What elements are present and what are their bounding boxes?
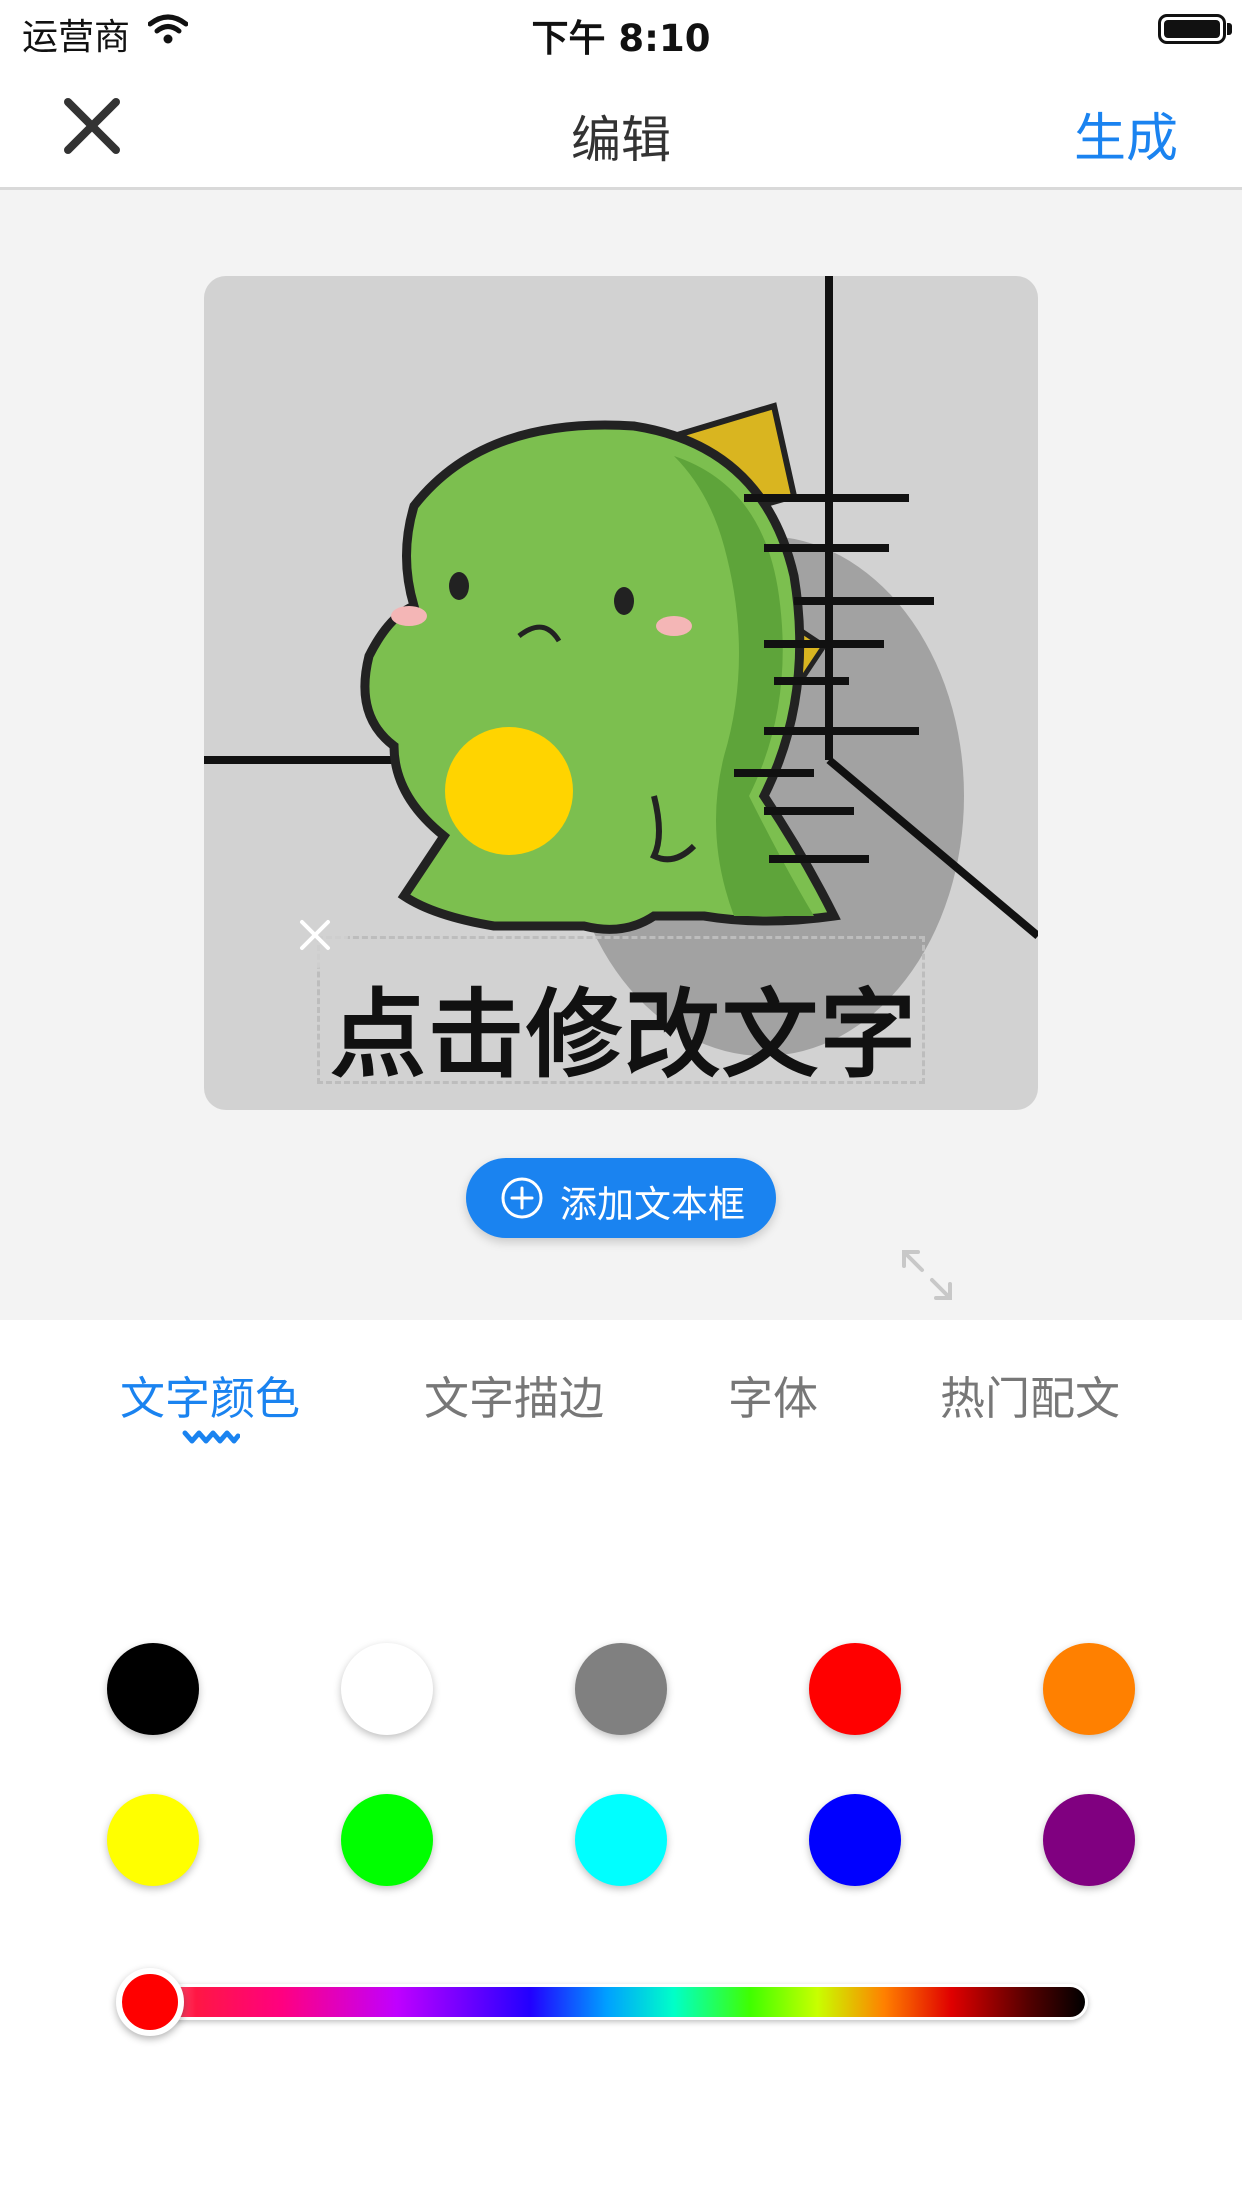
color-swatch-white[interactable] bbox=[341, 1643, 433, 1735]
plus-circle-icon bbox=[501, 1177, 543, 1219]
page-title: 编辑 bbox=[571, 111, 671, 169]
resize-icon[interactable] bbox=[898, 1246, 956, 1304]
color-swatch-gray[interactable] bbox=[575, 1643, 667, 1735]
status-bar: 运营商 下午 8:10 bbox=[0, 0, 1242, 62]
tab-text-stroke[interactable]: 文字描边 bbox=[424, 1362, 604, 1427]
tab-popular-captions[interactable]: 热门配文 bbox=[940, 1362, 1120, 1427]
edit-screen: 运营商 下午 8:10 编辑 生成 点击修改文字 添加文本框 文字颜色 文字描边… bbox=[0, 0, 1242, 2208]
style-panel: 文字颜色 文字描边 字体 热门配文 bbox=[0, 1320, 1242, 2208]
color-swatch-purple[interactable] bbox=[1043, 1794, 1135, 1886]
color-spectrum-slider[interactable] bbox=[126, 1984, 1088, 2020]
color-swatch-blue[interactable] bbox=[809, 1794, 901, 1886]
battery-icon bbox=[1158, 14, 1226, 44]
add-text-box-label: 添加文本框 bbox=[560, 1183, 745, 1226]
battery-tip bbox=[1227, 23, 1232, 35]
color-swatch-green[interactable] bbox=[341, 1794, 433, 1886]
add-text-box-button[interactable]: 添加文本框 bbox=[466, 1158, 776, 1238]
caption-text[interactable]: 点击修改文字 bbox=[320, 957, 928, 1096]
status-time: 下午 8:10 bbox=[531, 17, 711, 60]
editor-area: 点击修改文字 添加文本框 bbox=[0, 190, 1242, 1320]
active-tab-indicator bbox=[182, 1430, 240, 1444]
tab-text-color[interactable]: 文字颜色 bbox=[120, 1362, 300, 1427]
delete-text-icon[interactable] bbox=[282, 902, 348, 968]
generate-button[interactable]: 生成 bbox=[1074, 96, 1178, 171]
slider-thumb[interactable] bbox=[116, 1968, 184, 2036]
color-swatch-black[interactable] bbox=[107, 1643, 199, 1735]
color-swatch-red[interactable] bbox=[809, 1643, 901, 1735]
nav-bar: 编辑 生成 bbox=[0, 62, 1242, 190]
color-swatch-orange[interactable] bbox=[1043, 1643, 1135, 1735]
color-swatch-yellow[interactable] bbox=[107, 1794, 199, 1886]
tab-font[interactable]: 字体 bbox=[728, 1362, 818, 1427]
color-swatch-cyan[interactable] bbox=[575, 1794, 667, 1886]
caption-text-box[interactable]: 点击修改文字 bbox=[317, 936, 925, 1091]
